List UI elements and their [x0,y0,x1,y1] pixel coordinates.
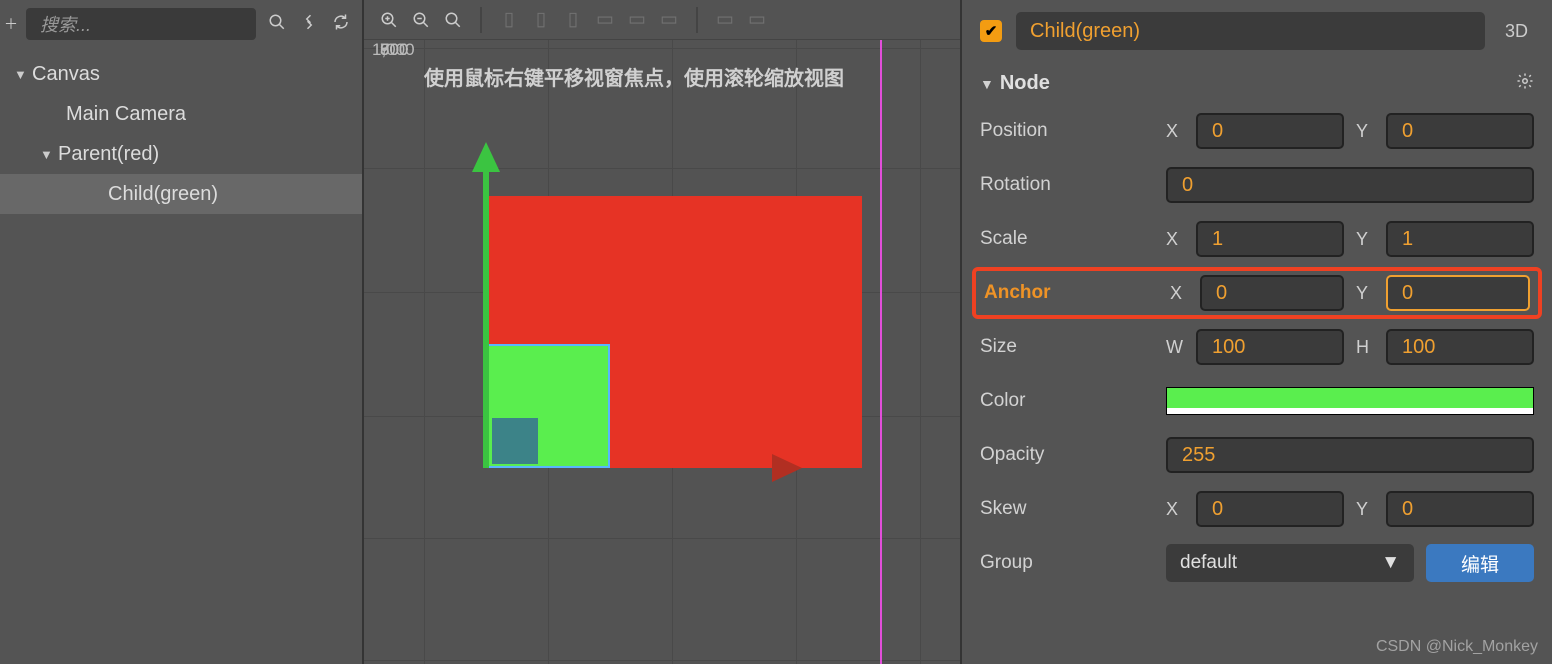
chevron-down-icon: ▼ [1381,552,1400,574]
align-hcenter-icon[interactable]: ▭ [622,5,652,35]
add-node-icon[interactable]: ＋ [4,14,16,34]
group-edit-button[interactable]: 编辑 [1426,544,1534,582]
node-tree: ▼ Canvas Main Camera ▼ Parent(red) Child… [0,48,362,220]
tree-node-canvas[interactable]: ▼ Canvas [0,54,362,94]
gizmo-y-axis[interactable] [483,168,489,468]
align-right-icon[interactable]: ▭ [654,5,684,35]
mode-3d-button[interactable]: 3D [1499,21,1534,42]
chevron-down-icon[interactable]: ▼ [40,147,58,162]
gizmo-y-arrow-icon[interactable] [472,142,500,172]
prop-color: Color [972,375,1542,427]
color-swatch[interactable] [1166,387,1534,415]
separator [696,7,698,33]
separator [480,7,482,33]
gizmo-x-arrow-icon[interactable] [772,454,802,482]
zoom-out-icon[interactable] [406,5,436,35]
anchor-x-input[interactable]: 0 [1200,275,1344,311]
size-w-input[interactable]: 100 [1196,329,1344,365]
guide-line [880,40,882,664]
tree-node-child[interactable]: Child(green) [0,174,362,214]
search-icon[interactable] [266,13,288,36]
distribute-h-icon[interactable]: ▭ [710,5,740,35]
prop-size: Size W 100 H 100 [972,321,1542,373]
rotation-input[interactable]: 0 [1166,167,1534,203]
size-h-input[interactable]: 100 [1386,329,1534,365]
align-bottom-icon[interactable]: ▯ [558,5,588,35]
align-left-icon[interactable]: ▭ [590,5,620,35]
zoom-in-icon[interactable] [374,5,404,35]
ruler-label: 500 [380,40,408,60]
tree-node-main-camera[interactable]: Main Camera [0,94,362,134]
scene-toolbar: ▯ ▯ ▯ ▭ ▭ ▭ ▭ ▭ [364,0,960,40]
anchor-y-input[interactable]: 0 [1386,275,1530,311]
position-x-input[interactable]: 0 [1196,113,1344,149]
prop-group: Group default ▼ 编辑 [972,537,1542,589]
prop-anchor: Anchor X 0 Y 0 [972,267,1542,319]
distribute-v-icon[interactable]: ▭ [742,5,772,35]
tree-label: Main Camera [66,103,186,126]
scene-hint: 使用鼠标右键平移视窗焦点，使用滚轮缩放视图 [424,62,844,91]
hierarchy-panel: ＋ 搜索... ▼ Canvas Main Camera ▼ [0,0,364,664]
collapse-icon[interactable] [298,13,320,36]
tree-label: Canvas [32,63,100,86]
opacity-input[interactable]: 255 [1166,437,1534,473]
anchor-indicator[interactable] [492,418,538,464]
skew-x-input[interactable]: 0 [1196,491,1344,527]
tree-label: Parent(red) [58,143,159,166]
prop-skew: Skew X 0 Y 0 [972,483,1542,535]
section-title: ▼Node [980,72,1050,95]
align-top-icon[interactable]: ▯ [494,5,524,35]
tree-label: Child(green) [108,183,218,206]
node-active-checkbox[interactable]: ✔ [980,20,1002,42]
scene-panel: ▯ ▯ ▯ ▭ ▭ ▭ ▭ ▭ 1,000 900 800 [364,0,962,664]
inspector-panel: ✔ Child(green) 3D ▼Node Position X 0 Y 0 [962,0,1552,664]
refresh-icon[interactable] [330,13,352,36]
tree-node-parent[interactable]: ▼ Parent(red) [0,134,362,174]
gear-icon[interactable] [1516,72,1534,95]
prop-scale: Scale X 1 Y 1 [972,213,1542,265]
skew-y-input[interactable]: 0 [1386,491,1534,527]
position-y-input[interactable]: 0 [1386,113,1534,149]
align-vcenter-icon[interactable]: ▯ [526,5,556,35]
zoom-reset-icon[interactable] [438,5,468,35]
scene-canvas[interactable]: 1,000 900 800 700 600 500 使用鼠标右键平移视窗焦点，使… [364,40,960,664]
hierarchy-toolbar: ＋ 搜索... [0,0,362,48]
node-name-input[interactable]: Child(green) [1016,12,1485,50]
scale-x-input[interactable]: 1 [1196,221,1344,257]
prop-opacity: Opacity 255 [972,429,1542,481]
group-select[interactable]: default ▼ [1166,544,1414,582]
scale-y-input[interactable]: 1 [1386,221,1534,257]
search-input[interactable]: 搜索... [26,8,256,40]
prop-rotation: Rotation 0 [972,159,1542,211]
chevron-down-icon[interactable]: ▼ [14,67,32,82]
watermark: CSDN @Nick_Monkey [1376,638,1538,656]
prop-position: Position X 0 Y 0 [972,105,1542,157]
